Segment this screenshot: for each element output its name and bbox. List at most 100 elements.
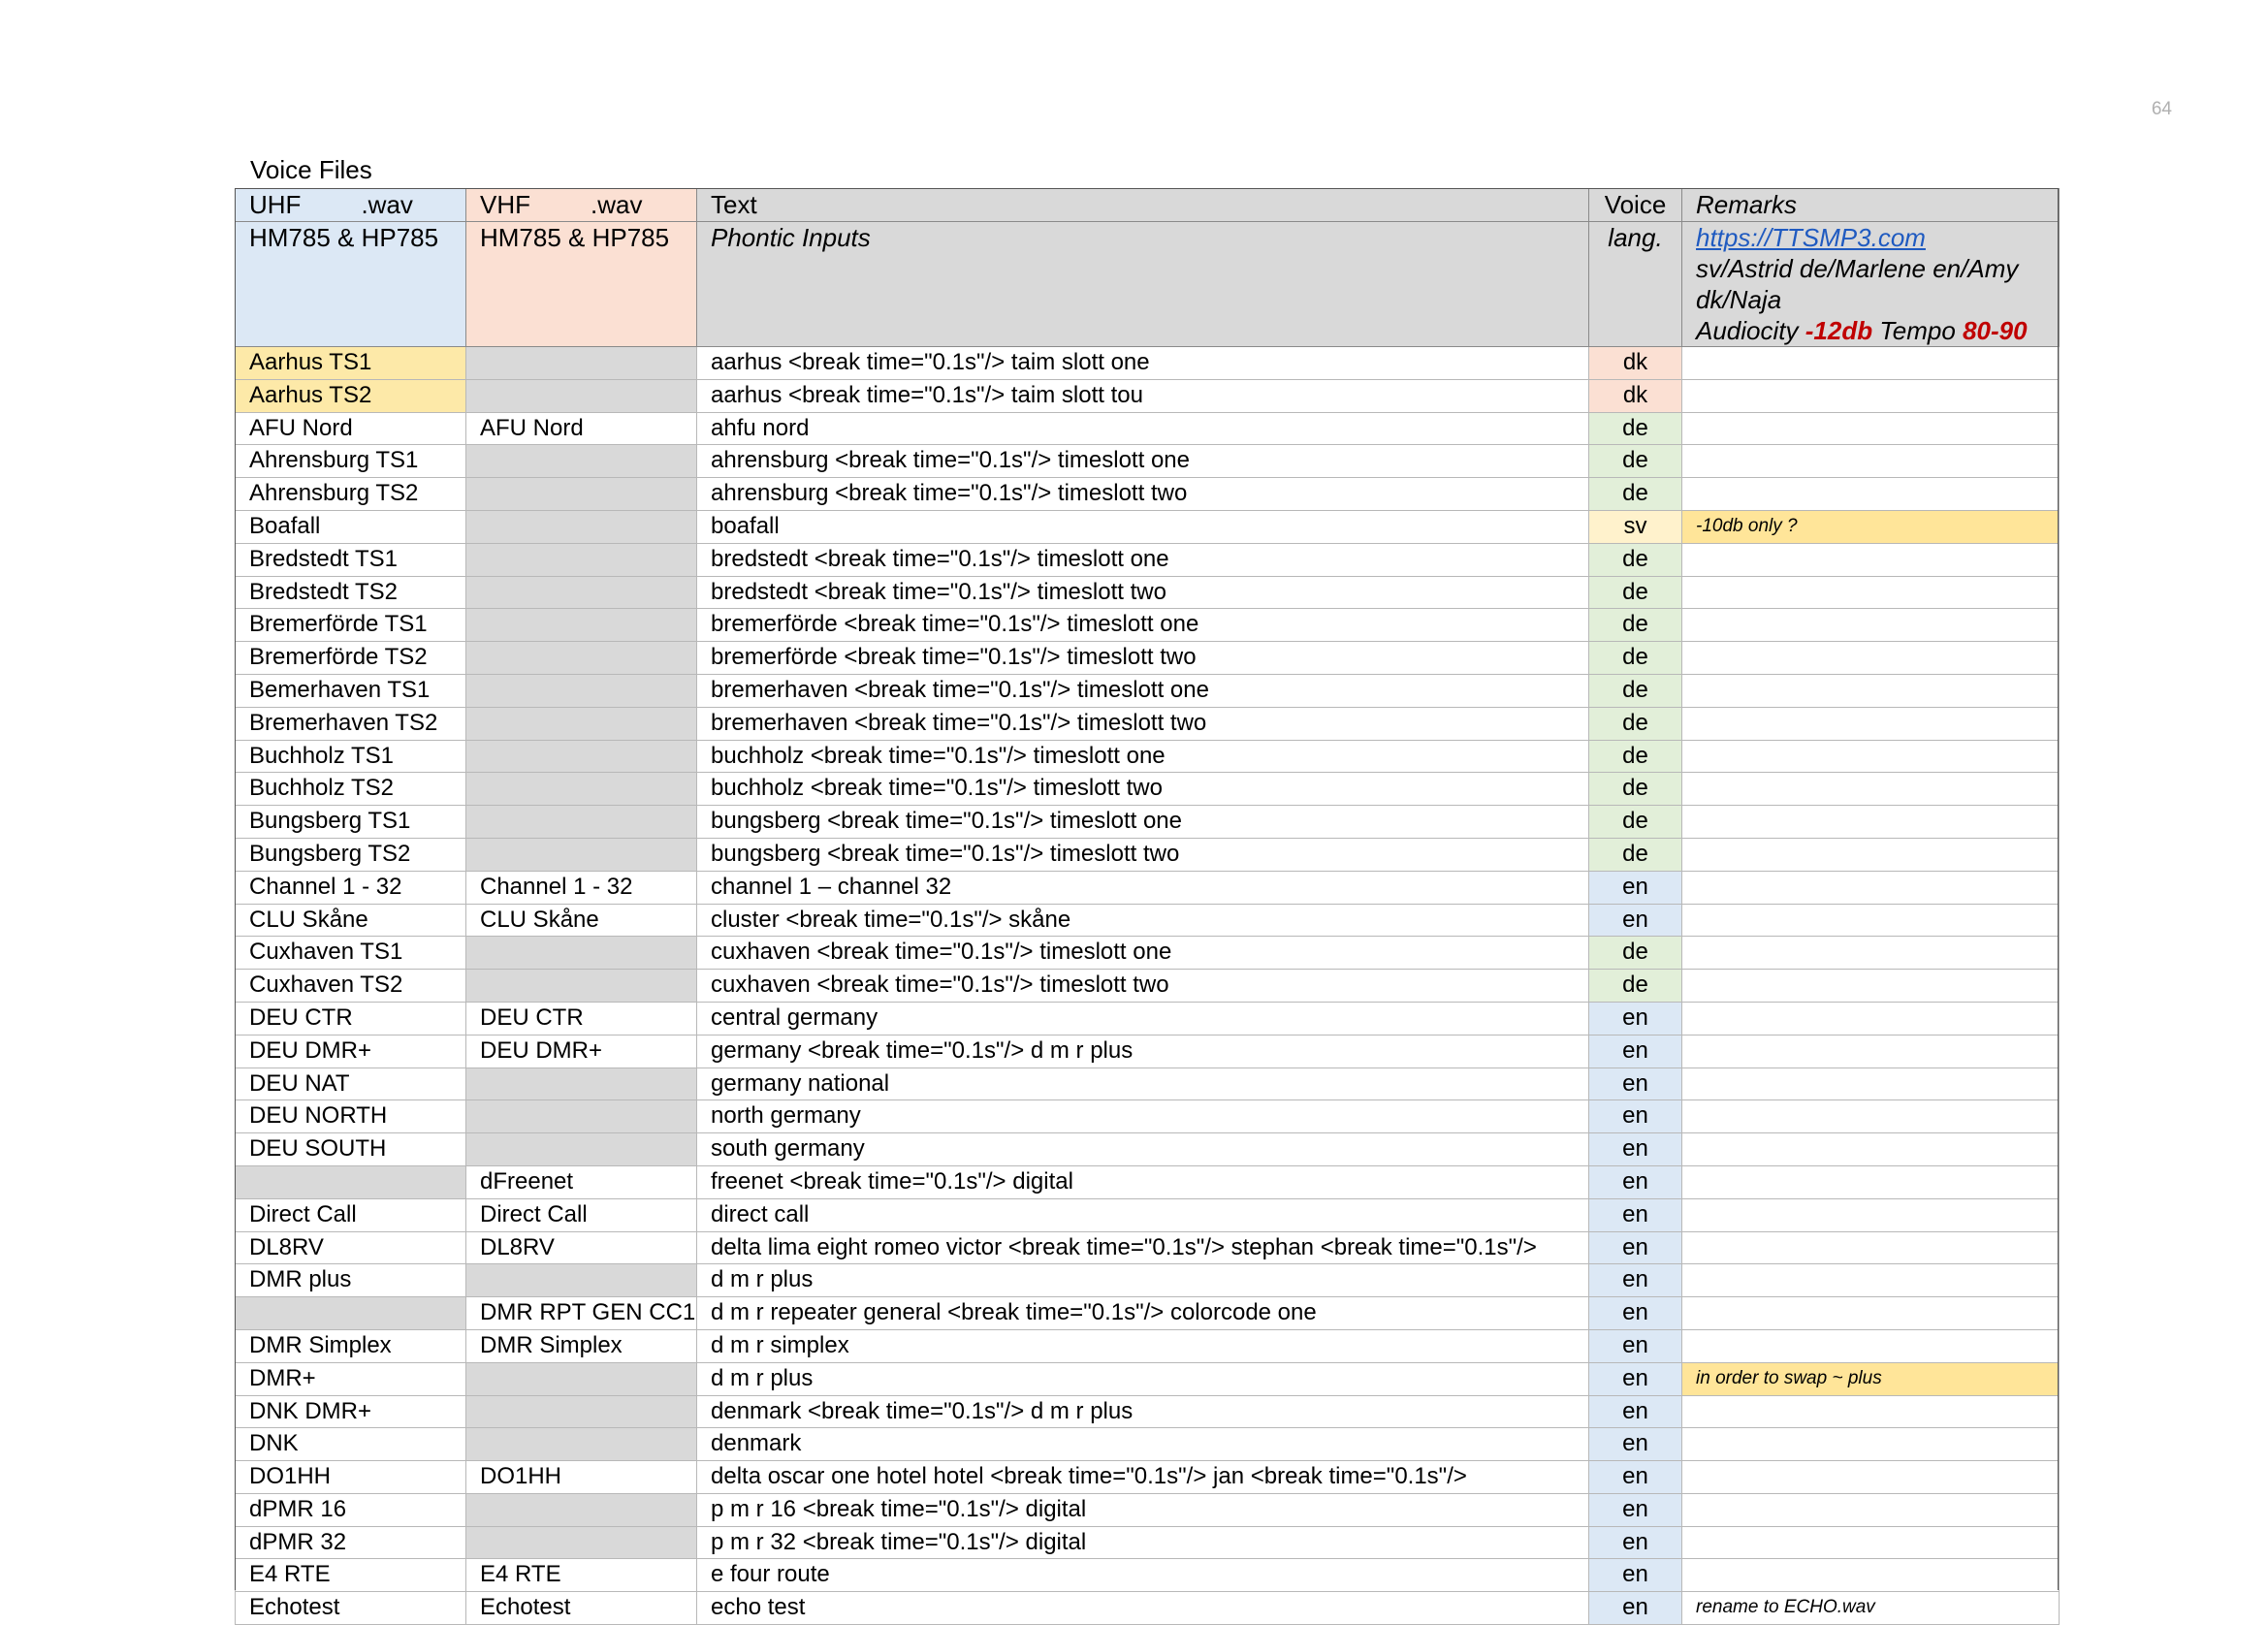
text-cell: cuxhaven <break time="0.1s"/> timeslott … bbox=[696, 969, 1589, 1003]
uhf-cell: DEU NORTH bbox=[235, 1099, 466, 1134]
lang-cell: dk bbox=[1588, 346, 1682, 380]
table-row: Bredstedt TS2 bredstedt <break time="0.1s… bbox=[235, 575, 2060, 610]
text-cell: bredstedt <break time="0.1s"/> timeslott… bbox=[696, 542, 1589, 577]
lang-cell: en bbox=[1588, 1328, 1682, 1363]
lang-cell: en bbox=[1588, 870, 1682, 905]
uhf-cell: Aarhus TS2 bbox=[235, 378, 466, 413]
remark-cell: rename to ECHO.wav bbox=[1681, 1591, 2060, 1625]
table-row: Buchholz TS2 buchholz <break time="0.1s"/… bbox=[235, 772, 2060, 807]
page-number: 64 bbox=[2151, 99, 2172, 119]
remark-cell bbox=[1681, 608, 2060, 643]
table-row: dPMR 16 p m r 16 <break time="0.1s"/> dig… bbox=[235, 1492, 2060, 1527]
text-cell: aarhus <break time="0.1s"/> taim slott o… bbox=[696, 346, 1589, 380]
uhf-cell: dPMR 16 bbox=[235, 1492, 466, 1527]
lang-cell: en bbox=[1588, 903, 1682, 938]
vhf-cell bbox=[465, 477, 697, 511]
lang-cell: de bbox=[1588, 542, 1682, 577]
text-cell: buchholz <break time="0.1s"/> timeslott … bbox=[696, 739, 1589, 774]
vhf-cell: E4 RTE bbox=[465, 1558, 697, 1593]
table-row: Bredstedt TS1 bredstedt <break time="0.1s… bbox=[235, 542, 2060, 577]
lang-cell: de bbox=[1588, 608, 1682, 643]
table-row: Cuxhaven TS2 cuxhaven <break time="0.1s"/… bbox=[235, 969, 2060, 1003]
uhf-cell: DEU NAT bbox=[235, 1067, 466, 1101]
header-row-2: HM785 & HP785 HM785 & HP785 Phontic Inpu… bbox=[235, 221, 2060, 347]
uhf-cell: DMR+ bbox=[235, 1361, 466, 1396]
vhf-cell bbox=[465, 575, 697, 610]
vhf-cell bbox=[465, 1132, 697, 1166]
ttsmp3-link[interactable]: https://TTSMP3.com bbox=[1696, 223, 1926, 252]
lang-cell: en bbox=[1588, 1492, 1682, 1527]
lang-cell: en bbox=[1588, 1132, 1682, 1166]
lang-cell: de bbox=[1588, 673, 1682, 708]
table-row: DNK DMR+ denmark <break time="0.1s"/> d m… bbox=[235, 1394, 2060, 1429]
text-cell: cluster <break time="0.1s"/> skåne bbox=[696, 903, 1589, 938]
vhf-cell bbox=[465, 772, 697, 807]
text-cell: central germany bbox=[696, 1001, 1589, 1036]
table-row: Ahrensburg TS2 ahrensburg <break time="0.… bbox=[235, 477, 2060, 511]
vhf-cell: Direct Call bbox=[465, 1197, 697, 1232]
tempo-label: Tempo bbox=[1879, 316, 1956, 345]
remark-cell bbox=[1681, 411, 2060, 446]
lang-cell: en bbox=[1588, 1525, 1682, 1560]
remark-cell bbox=[1681, 477, 2060, 511]
vhf-header: VHF .wav bbox=[465, 188, 697, 222]
table-row: dPMR 32 p m r 32 <break time="0.1s"/> dig… bbox=[235, 1525, 2060, 1560]
remark-cell bbox=[1681, 1328, 2060, 1363]
lang-cell: de bbox=[1588, 477, 1682, 511]
table-row: Ahrensburg TS1 ahrensburg <break time="0.… bbox=[235, 444, 2060, 479]
remark-cell: in order to swap ~ plus bbox=[1681, 1361, 2060, 1396]
remark-cell bbox=[1681, 1001, 2060, 1036]
table-row: AFU Nord AFU Nord ahfu nord de bbox=[235, 411, 2060, 446]
vhf-cell bbox=[465, 509, 697, 544]
lang-cell: en bbox=[1588, 1197, 1682, 1232]
table-row: Bremerförde TS1 bremerförde <break time="… bbox=[235, 608, 2060, 643]
text-cell: p m r 16 <break time="0.1s"/> digital bbox=[696, 1492, 1589, 1527]
uhf-cell: DEU SOUTH bbox=[235, 1132, 466, 1166]
table-row: Channel 1 - 32 Channel 1 - 32 channel 1 – … bbox=[235, 870, 2060, 905]
text-cell: delta lima eight romeo victor <break tim… bbox=[696, 1230, 1589, 1265]
remark-cell bbox=[1681, 936, 2060, 971]
lang-cell: en bbox=[1588, 1591, 1682, 1625]
text-cell: denmark bbox=[696, 1427, 1589, 1462]
remark-cell bbox=[1681, 706, 2060, 741]
text-cell: cuxhaven <break time="0.1s"/> timeslott … bbox=[696, 936, 1589, 971]
uhf-cell: Ahrensburg TS2 bbox=[235, 477, 466, 511]
audiocity-label: Audiocity bbox=[1696, 316, 1799, 345]
remark-cell bbox=[1681, 575, 2060, 610]
voice-files-table: UHF .wav VHF .wav Text Voice Remarks HM785… bbox=[235, 188, 2060, 1625]
text-cell: bredstedt <break time="0.1s"/> timeslott… bbox=[696, 575, 1589, 610]
remark-cell bbox=[1681, 1427, 2060, 1462]
uhf-cell: Bremerförde TS2 bbox=[235, 641, 466, 675]
vhf-cell bbox=[465, 608, 697, 643]
uhf-cell: Bremerförde TS1 bbox=[235, 608, 466, 643]
table-row: DMR plus d m r plus en bbox=[235, 1263, 2060, 1298]
lang-cell: en bbox=[1588, 1230, 1682, 1265]
remark-cell bbox=[1681, 1197, 2060, 1232]
remark-cell bbox=[1681, 673, 2060, 708]
uhf-cell: Cuxhaven TS2 bbox=[235, 969, 466, 1003]
uhf-cell: DMR plus bbox=[235, 1263, 466, 1298]
uhf-cell: dPMR 32 bbox=[235, 1525, 466, 1560]
text-cell: channel 1 – channel 32 bbox=[696, 870, 1589, 905]
lang-cell: en bbox=[1588, 1427, 1682, 1462]
vhf-cell: Channel 1 - 32 bbox=[465, 870, 697, 905]
vhf-cell: dFreenet bbox=[465, 1164, 697, 1199]
table-row: DEU DMR+ DEU DMR+ germany <break time="0.1… bbox=[235, 1034, 2060, 1068]
uhf-cell: E4 RTE bbox=[235, 1558, 466, 1593]
text-cell: germany <break time="0.1s"/> d m r plus bbox=[696, 1034, 1589, 1068]
lang-cell: en bbox=[1588, 1067, 1682, 1101]
vhf-cell: AFU Nord bbox=[465, 411, 697, 446]
uhf-cell: Bremerhaven TS2 bbox=[235, 706, 466, 741]
table-row: Echotest Echotest echo test en rename to ECH… bbox=[235, 1591, 2060, 1625]
vhf-cell bbox=[465, 641, 697, 675]
section-title: Voice Files bbox=[250, 155, 372, 184]
lang-cell: en bbox=[1588, 1296, 1682, 1330]
vhf-cell: Echotest bbox=[465, 1591, 697, 1625]
table-row: DMR RPT GEN CC1 d m r repeater general <b… bbox=[235, 1296, 2060, 1330]
lang-header: lang. bbox=[1588, 221, 1682, 347]
text-cell: d m r repeater general <break time="0.1s… bbox=[696, 1296, 1589, 1330]
remark-cell bbox=[1681, 1132, 2060, 1166]
uhf-cell: Cuxhaven TS1 bbox=[235, 936, 466, 971]
text-cell: ahfu nord bbox=[696, 411, 1589, 446]
vhf-cell bbox=[465, 378, 697, 413]
